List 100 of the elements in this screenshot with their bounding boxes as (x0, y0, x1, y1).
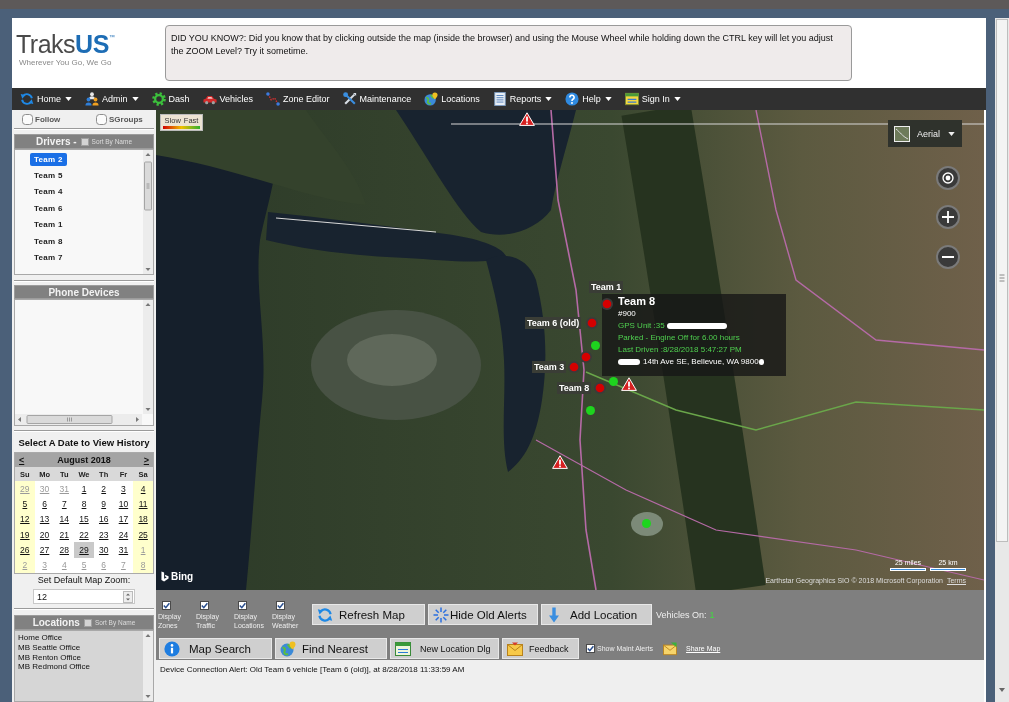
status-dot-icon[interactable] (591, 341, 600, 350)
toolbar-button[interactable]: Find Nearest (275, 638, 387, 659)
toolbar-button[interactable]: Refresh Map (312, 604, 425, 625)
scrollbar[interactable] (15, 414, 142, 425)
status-dot-icon[interactable] (609, 377, 618, 386)
vehicle-marker-icon[interactable] (568, 361, 580, 373)
caret-icon (604, 97, 612, 101)
dotted-path-icon (266, 92, 281, 106)
checkbox[interactable] (83, 618, 92, 627)
location-item[interactable]: MB Renton Office (18, 652, 140, 663)
driver-item[interactable]: Team 1 (30, 218, 67, 232)
unit-number: #900 (618, 308, 637, 320)
popup-title: Team 8 (618, 294, 657, 308)
alert-message: Device Connection Alert: Old Team 6 vehicle [Team 6 (old)], at 8/28/2018 11:33:59 AM (156, 660, 984, 702)
caret-icon (545, 97, 553, 101)
vehicle-label[interactable]: Team 8 (557, 382, 592, 394)
menu-item[interactable]: Home (20, 92, 72, 106)
driver-item[interactable]: Team 2 (30, 152, 67, 166)
vehicle-label[interactable]: Team 1 (589, 281, 624, 293)
calendar-day[interactable]: 5 (15, 496, 35, 512)
warning-icon[interactable] (552, 455, 568, 469)
checkbox[interactable] (80, 137, 89, 146)
menu-item[interactable]: Reports (492, 92, 553, 106)
logo-wordmark: TraksUS$^{™}$ (16, 29, 116, 58)
spinner-icon[interactable] (123, 590, 133, 603)
target-icon (942, 172, 954, 184)
help-icon (565, 92, 580, 106)
zoom-input[interactable]: 12 (33, 589, 135, 604)
driver-item[interactable]: Team 5 (30, 169, 67, 183)
checkbox[interactable] (586, 644, 595, 653)
menu-item[interactable]: Dash (151, 92, 190, 106)
toolbar-button[interactable]: Add Location (541, 604, 652, 625)
panel-title: Phone Devices (48, 286, 120, 298)
status-dot-icon[interactable] (642, 519, 651, 528)
calendar-day[interactable]: 4 (133, 481, 153, 497)
vehicle-marker-icon[interactable] (580, 351, 592, 363)
map-type-button[interactable]: Aerial (888, 120, 962, 147)
map-icon (894, 125, 910, 142)
checkbox[interactable] (200, 601, 209, 610)
envelope-icon (507, 640, 523, 657)
vehicle-count: 1 (709, 610, 715, 620)
starburst-icon (433, 606, 449, 623)
menu-item[interactable]: Admin (85, 92, 139, 106)
refresh-arrows-icon (317, 606, 333, 623)
checkbox[interactable] (162, 601, 171, 610)
checkbox[interactable] (96, 113, 107, 125)
menu-item[interactable]: Vehicles (202, 92, 254, 106)
page-scrollbar[interactable] (995, 18, 1009, 702)
vehicle-marker-icon[interactable] (594, 382, 606, 394)
envelope-icon (663, 641, 678, 656)
toolbar-button[interactable]: Hide Old Alerts (428, 604, 538, 625)
driver-item[interactable]: Team 4 (30, 185, 67, 199)
redaction-mark (758, 359, 764, 365)
menu-item[interactable]: Help (565, 92, 612, 106)
calendar-day[interactable]: 29 (74, 542, 94, 558)
prev-month-link[interactable]: < (19, 455, 25, 465)
vehicle-label[interactable]: Team 6 (old) (525, 317, 582, 329)
scrollbar[interactable] (143, 300, 153, 414)
panel-title: Drivers - (35, 136, 77, 147)
vehicle-label[interactable]: Team 3 (532, 361, 567, 373)
window-icon (395, 640, 411, 657)
tip-message: DID YOU KNOW?: Did you know that by clicking outside the map (inside the browser) and using the Mouse Wheel while holding down the CTRL key will let you adjust the ZOOM Level? Try it sometime. (165, 25, 852, 81)
driver-item[interactable]: Team 6 (30, 201, 67, 215)
checkbox-label: Follow (35, 114, 61, 124)
location-item[interactable]: MB Redmond Office (18, 662, 140, 673)
caret-icon (673, 97, 681, 101)
checkbox[interactable] (276, 601, 285, 610)
scrollbar[interactable] (143, 150, 153, 274)
checkbox[interactable] (238, 601, 247, 610)
toolbar-button[interactable]: New Location Dlg (390, 638, 499, 659)
warning-icon[interactable] (621, 377, 637, 391)
speed-gradient-bar (163, 126, 200, 129)
toolbar-button[interactable]: Feedback (502, 638, 579, 659)
document-icon (492, 92, 507, 106)
driver-item[interactable]: Team 8 (30, 234, 67, 248)
warning-icon[interactable] (519, 112, 535, 126)
menu-item[interactable]: Zone Editor (266, 92, 330, 106)
checkbox-label: SGroups (109, 114, 143, 124)
calendar-day[interactable]: 11 (133, 496, 153, 512)
next-month-link[interactable]: > (143, 455, 149, 465)
caret-icon (948, 131, 955, 136)
location-item[interactable]: Home Office (18, 633, 140, 643)
vehicle-marker-icon[interactable] (586, 317, 598, 329)
redaction-mark (618, 359, 640, 365)
gps-unit-text: GPS Unit :35 (618, 320, 665, 332)
tools-icon (342, 92, 357, 106)
status-dot-icon[interactable] (586, 406, 595, 415)
scrollbar[interactable] (143, 631, 153, 701)
menu-item[interactable]: Sign In (624, 92, 681, 106)
plus-icon (942, 211, 954, 223)
menu-item[interactable]: Maintenance (342, 92, 412, 106)
toolbar-button[interactable]: Map Search (159, 638, 272, 659)
calendar-day[interactable]: 26 (15, 542, 35, 558)
panel-title: Locations (32, 617, 80, 628)
logo-text: Bing (171, 571, 194, 582)
driver-item[interactable]: Team 7 (30, 251, 67, 265)
location-item[interactable]: MB Seattle Office (18, 642, 140, 653)
menu-item[interactable]: Locations (424, 92, 480, 106)
checkbox[interactable] (22, 113, 33, 125)
globe-icon (280, 640, 296, 657)
